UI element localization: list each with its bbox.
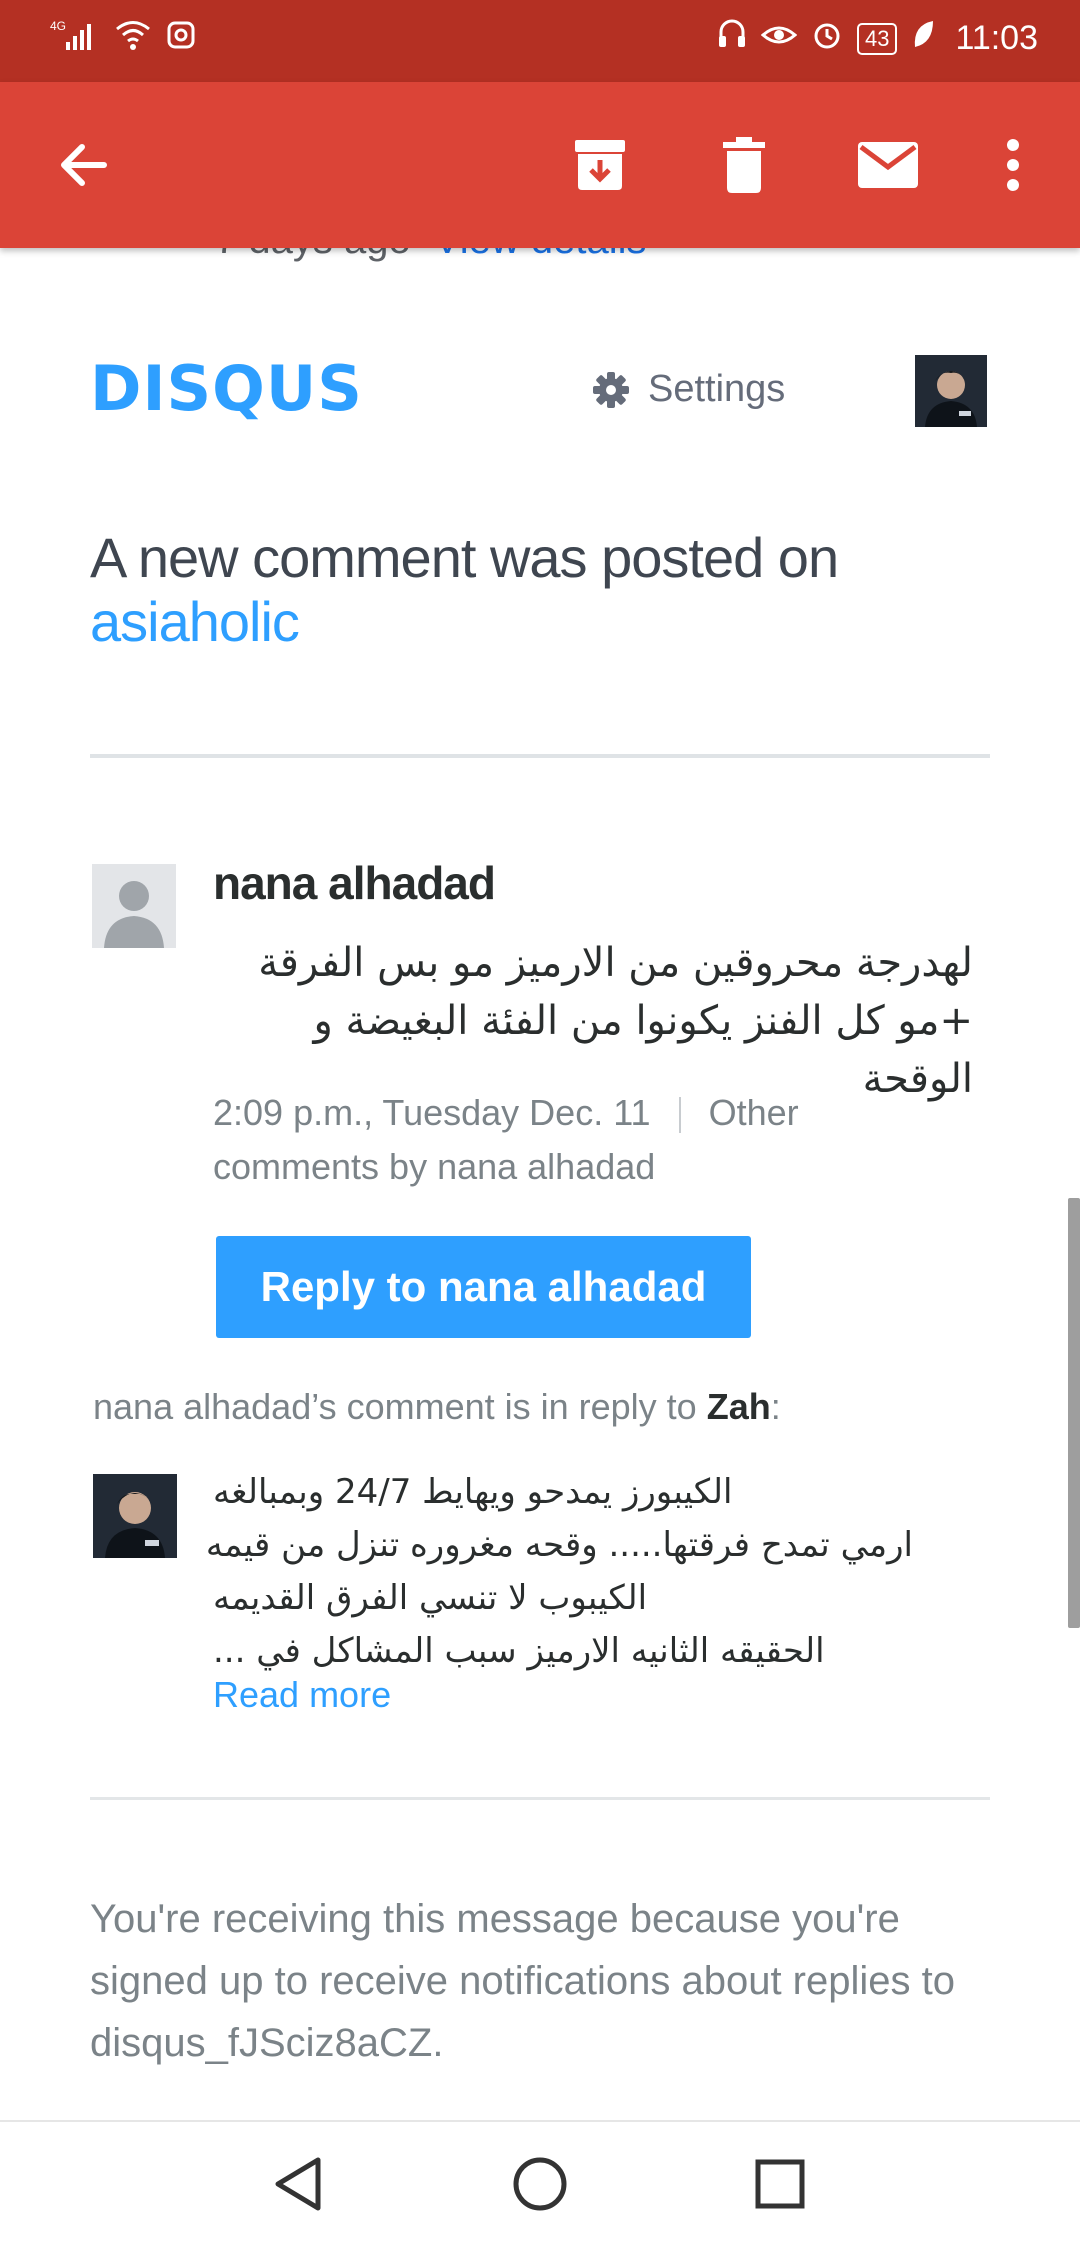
reply-target-author[interactable]: Zah (707, 1386, 771, 1427)
divider (90, 754, 990, 758)
reply-button[interactable]: Reply to nana alhadad (216, 1236, 751, 1338)
footer-notice: You're receiving this message because yo… (90, 1897, 955, 2065)
parent-comment-line: الحقيقه الثانيه الارميز سبب المشاكل في .… (213, 1631, 825, 1671)
mark-unread-button[interactable] (855, 132, 921, 198)
eye-comfort-icon (760, 19, 798, 58)
in-reply-to-text: nana alhadad’s comment is in reply to Za… (93, 1386, 781, 1428)
status-bar: 4G 43 11:03 (0, 0, 1080, 82)
headset-icon (717, 18, 747, 59)
notification-headline: A new comment was posted on asiaholic (90, 526, 990, 654)
received-time: 7 days ago (215, 248, 411, 262)
parent-comment-line: الكيبورز يمدحو ويهايط 24/7 وبمبالغه (213, 1472, 733, 1512)
email-content: 7 days ago View details DISQUS Settings … (0, 248, 1080, 2120)
clock: 11:03 (955, 19, 1038, 57)
archive-icon (575, 140, 625, 190)
parent-comment-line: ارمي تمدح فرقتها..... وقحه مغروره تنزل م… (205, 1525, 913, 1565)
comment-timestamp[interactable]: 2:09 p.m., Tuesday Dec. 11 (213, 1092, 651, 1133)
disqus-logo[interactable]: DISQUS (90, 352, 363, 425)
archive-button[interactable] (567, 132, 633, 198)
parent-comment-line: الكيبوب لا تنسي الفرق القديمه (213, 1578, 648, 1618)
back-arrow-icon (61, 144, 107, 186)
back-button[interactable] (50, 132, 116, 198)
nav-back-button[interactable] (266, 2152, 330, 2216)
nav-home-button[interactable] (508, 2152, 572, 2216)
settings-label: Settings (648, 368, 786, 410)
more-vert-icon (1007, 139, 1019, 191)
triangle-back-icon (275, 2157, 321, 2211)
leaf-icon (911, 19, 935, 58)
site-link[interactable]: asiaholic (90, 590, 990, 654)
divider (90, 1797, 990, 1800)
comment-body: لهدرجة محروقين من الارميز مو بس الفرقة +… (258, 940, 973, 1102)
wifi-icon (114, 19, 152, 56)
battery-indicator: 43 (856, 22, 898, 55)
scrollbar[interactable] (1068, 1198, 1080, 1628)
comment-author[interactable]: nana alhadad (213, 856, 496, 910)
svg-text:4G: 4G (50, 19, 66, 33)
headline-text: A new comment was posted on (90, 526, 839, 589)
parent-comment-avatar[interactable] (93, 1474, 177, 1558)
app-bar (0, 82, 1080, 248)
message-details-peek: 7 days ago View details (215, 248, 647, 263)
in-reply-prefix: nana alhadad’s comment is in reply to (93, 1386, 697, 1427)
comment-meta: 2:09 p.m., Tuesday Dec. 11 Other comments… (213, 1086, 913, 1194)
more-options-button[interactable] (980, 132, 1046, 198)
gear-icon (593, 371, 629, 408)
user-avatar[interactable] (915, 355, 987, 427)
nav-recents-button[interactable] (748, 2152, 812, 2216)
circle-home-icon (513, 2157, 567, 2211)
view-details-link[interactable]: View details (434, 248, 647, 262)
delete-icon (723, 137, 765, 193)
comment-author-avatar[interactable] (92, 864, 176, 948)
signal-icon: 4G (50, 18, 100, 57)
meta-separator (678, 1097, 681, 1134)
in-reply-suffix: : (770, 1386, 781, 1427)
instagram-icon (166, 20, 196, 55)
read-more-link[interactable]: Read more (213, 1674, 391, 1716)
delete-button[interactable] (711, 132, 777, 198)
square-recents-icon (755, 2159, 805, 2209)
settings-link[interactable]: Settings (592, 368, 785, 411)
parent-comment-text: الكيبورز يمدحو ويهايط 24/7 وبمبالغه ارمي… (205, 1466, 913, 1678)
mail-icon (858, 142, 918, 188)
alarm-icon (811, 18, 843, 59)
navigation-bar (0, 2120, 1080, 2242)
